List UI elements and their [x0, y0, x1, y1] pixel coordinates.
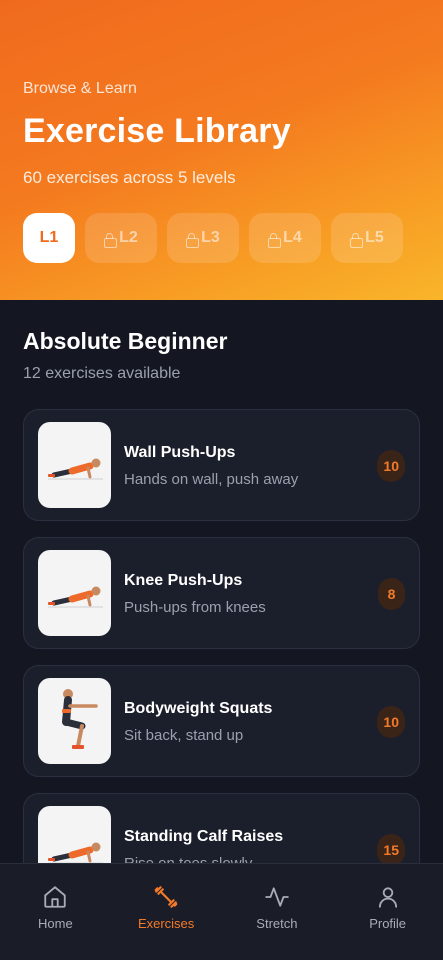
exercise-name: Wall Push-Ups [124, 444, 236, 461]
exercise-card[interactable]: Knee Push-Ups Push-ups from knees 8 [23, 537, 420, 649]
reps-badge: 8 [378, 578, 405, 610]
level-label: L1 [39, 229, 59, 246]
level-label: L4 [283, 229, 302, 246]
lock-icon [350, 232, 364, 248]
reps-badge: 15 [377, 834, 405, 866]
lock-icon [268, 232, 282, 248]
exercise-list: Wall Push-Ups Hands on wall, push away 1… [23, 409, 420, 921]
lock-icon [104, 232, 118, 248]
dumbbell-icon [154, 886, 178, 908]
tab-profile[interactable]: Profile [332, 864, 443, 960]
activity-icon [265, 887, 289, 907]
user-icon [378, 887, 397, 908]
exercise-description: Push-ups from knees [124, 599, 266, 616]
exercise-card[interactable]: Bodyweight Squats Sit back, stand up 10 [23, 665, 420, 777]
level-selector: L1 L2 L3 L4 L5 [23, 213, 403, 263]
exercise-description: Sit back, stand up [124, 727, 244, 744]
section-title: Absolute Beginner [23, 328, 228, 354]
exercise-name: Knee Push-Ups [124, 572, 243, 589]
tab-label: Home [38, 916, 73, 931]
pushup-figure-icon [38, 422, 111, 508]
bottom-tab-bar: Home Exercises Stretch Profile [0, 863, 443, 960]
exercise-description: Hands on wall, push away [124, 471, 299, 488]
level-label: L2 [119, 229, 138, 246]
exercise-name: Bodyweight Squats [124, 700, 273, 717]
tab-stretch[interactable]: Stretch [222, 864, 333, 960]
section-subtitle: 12 exercises available [23, 365, 181, 382]
header-eyebrow: Browse & Learn [23, 80, 137, 97]
exercise-name: Standing Calf Raises [124, 828, 284, 845]
level-tab-l3[interactable]: L3 [167, 213, 239, 263]
exercise-card[interactable]: Wall Push-Ups Hands on wall, push away 1… [23, 409, 420, 521]
lock-icon [186, 232, 200, 248]
reps-badge: 10 [377, 706, 405, 738]
tab-label: Profile [369, 916, 407, 931]
tab-home[interactable]: Home [0, 864, 111, 960]
reps-badge: 10 [377, 450, 405, 482]
page-title: Exercise Library [23, 112, 291, 150]
level-label: L5 [365, 229, 384, 246]
level-tab-l1[interactable]: L1 [23, 213, 75, 263]
level-tab-l2[interactable]: L2 [85, 213, 157, 263]
tab-label: Stretch [256, 916, 298, 931]
header-subtitle: 60 exercises across 5 levels [23, 168, 236, 187]
tab-exercises[interactable]: Exercises [111, 864, 222, 960]
tab-label: Exercises [137, 916, 195, 931]
home-icon [44, 886, 67, 908]
pushup-figure-icon [38, 550, 111, 636]
level-tab-l5[interactable]: L5 [331, 213, 403, 263]
level-label: L3 [201, 229, 220, 246]
level-tab-l4[interactable]: L4 [249, 213, 321, 263]
library-header: Browse & Learn Exercise Library 60 exerc… [0, 0, 443, 300]
squat-figure-icon [38, 678, 111, 764]
